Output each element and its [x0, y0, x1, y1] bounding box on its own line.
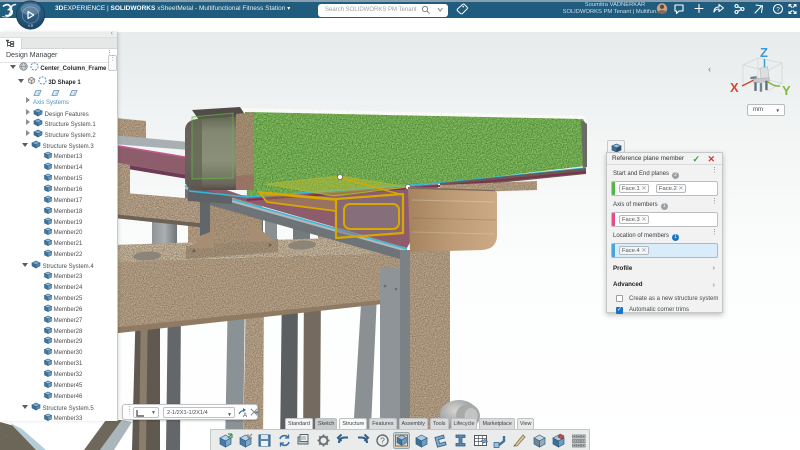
- svg-text:X: X: [730, 80, 739, 95]
- svg-text:Y: Y: [782, 83, 791, 98]
- svg-text:Z: Z: [760, 45, 768, 60]
- svg-text:A: A: [243, 413, 247, 418]
- svg-text:V.R: V.R: [28, 24, 34, 28]
- svg-text:?: ?: [776, 6, 780, 13]
- svg-text:?: ?: [380, 436, 385, 446]
